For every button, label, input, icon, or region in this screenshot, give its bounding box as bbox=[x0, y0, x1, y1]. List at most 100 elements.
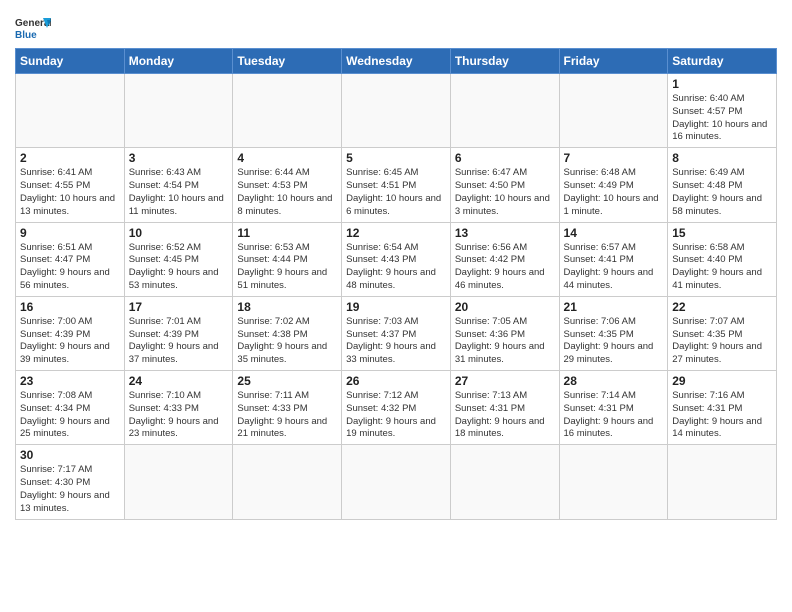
calendar-cell: 3 Sunrise: 6:43 AM Sunset: 4:54 PM Daylig… bbox=[124, 148, 233, 222]
weekday-header-saturday: Saturday bbox=[668, 49, 777, 74]
day-number: 1 bbox=[672, 77, 772, 91]
day-info: Sunrise: 6:41 AM Sunset: 4:55 PM Dayligh… bbox=[20, 167, 120, 218]
calendar-cell: 4 Sunrise: 6:44 AM Sunset: 4:53 PM Daylig… bbox=[233, 148, 342, 222]
calendar-cell bbox=[450, 74, 559, 148]
day-number: 19 bbox=[346, 300, 446, 314]
day-info: Sunrise: 6:58 AM Sunset: 4:40 PM Dayligh… bbox=[672, 242, 772, 293]
weekday-header-tuesday: Tuesday bbox=[233, 49, 342, 74]
day-number: 21 bbox=[564, 300, 664, 314]
calendar-cell: 13Sunrise: 6:56 AM Sunset: 4:42 PM Dayli… bbox=[450, 222, 559, 296]
calendar-week-row: 16 Sunrise: 7:00 AM Sunset: 4:39 PM Dayli… bbox=[16, 296, 777, 370]
calendar-cell: 7Sunrise: 6:48 AM Sunset: 4:49 PM Daylig… bbox=[559, 148, 668, 222]
calendar-cell: 26 Sunrise: 7:12 AM Sunset: 4:32 PM Dayli… bbox=[342, 371, 451, 445]
calendar-cell: 27 Sunrise: 7:13 AM Sunset: 4:31 PM Dayli… bbox=[450, 371, 559, 445]
day-number: 11 bbox=[237, 226, 337, 240]
calendar-cell: 21Sunrise: 7:06 AM Sunset: 4:35 PM Dayli… bbox=[559, 296, 668, 370]
day-number: 9 bbox=[20, 226, 120, 240]
day-number: 22 bbox=[672, 300, 772, 314]
calendar-cell: 14Sunrise: 6:57 AM Sunset: 4:41 PM Dayli… bbox=[559, 222, 668, 296]
day-info: Sunrise: 7:00 AM Sunset: 4:39 PM Dayligh… bbox=[20, 316, 120, 367]
calendar-cell: 10 Sunrise: 6:52 AM Sunset: 4:45 PM Dayli… bbox=[124, 222, 233, 296]
day-number: 23 bbox=[20, 374, 120, 388]
day-info: Sunrise: 6:45 AM Sunset: 4:51 PM Dayligh… bbox=[346, 167, 446, 218]
day-number: 27 bbox=[455, 374, 555, 388]
day-info: Sunrise: 6:47 AM Sunset: 4:50 PM Dayligh… bbox=[455, 167, 555, 218]
day-info: Sunrise: 6:52 AM Sunset: 4:45 PM Dayligh… bbox=[129, 242, 229, 293]
day-number: 15 bbox=[672, 226, 772, 240]
day-number: 16 bbox=[20, 300, 120, 314]
day-info: Sunrise: 6:40 AM Sunset: 4:57 PM Dayligh… bbox=[672, 93, 772, 144]
day-info: Sunrise: 6:51 AM Sunset: 4:47 PM Dayligh… bbox=[20, 242, 120, 293]
day-number: 30 bbox=[20, 448, 120, 462]
day-number: 5 bbox=[346, 151, 446, 165]
day-info: Sunrise: 6:43 AM Sunset: 4:54 PM Dayligh… bbox=[129, 167, 229, 218]
day-info: Sunrise: 6:54 AM Sunset: 4:43 PM Dayligh… bbox=[346, 242, 446, 293]
day-number: 18 bbox=[237, 300, 337, 314]
day-info: Sunrise: 7:17 AM Sunset: 4:30 PM Dayligh… bbox=[20, 464, 120, 515]
calendar-cell: 24 Sunrise: 7:10 AM Sunset: 4:33 PM Dayli… bbox=[124, 371, 233, 445]
calendar-cell: 5 Sunrise: 6:45 AM Sunset: 4:51 PM Daylig… bbox=[342, 148, 451, 222]
calendar-week-row: 23 Sunrise: 7:08 AM Sunset: 4:34 PM Dayli… bbox=[16, 371, 777, 445]
day-info: Sunrise: 6:53 AM Sunset: 4:44 PM Dayligh… bbox=[237, 242, 337, 293]
calendar-cell bbox=[16, 74, 125, 148]
day-number: 20 bbox=[455, 300, 555, 314]
calendar-cell bbox=[559, 74, 668, 148]
day-number: 4 bbox=[237, 151, 337, 165]
weekday-header-monday: Monday bbox=[124, 49, 233, 74]
day-info: Sunrise: 6:56 AM Sunset: 4:42 PM Dayligh… bbox=[455, 242, 555, 293]
day-number: 8 bbox=[672, 151, 772, 165]
calendar-week-row: 30 Sunrise: 7:17 AM Sunset: 4:30 PM Dayli… bbox=[16, 445, 777, 519]
calendar-cell: 22 Sunrise: 7:07 AM Sunset: 4:35 PM Dayli… bbox=[668, 296, 777, 370]
calendar-cell: 17Sunrise: 7:01 AM Sunset: 4:39 PM Dayli… bbox=[124, 296, 233, 370]
calendar-cell: 16 Sunrise: 7:00 AM Sunset: 4:39 PM Dayli… bbox=[16, 296, 125, 370]
svg-text:Blue: Blue bbox=[15, 30, 37, 41]
calendar-cell: 1 Sunrise: 6:40 AM Sunset: 4:57 PM Daylig… bbox=[668, 74, 777, 148]
calendar-cell bbox=[124, 445, 233, 519]
calendar-cell bbox=[342, 445, 451, 519]
calendar-cell bbox=[233, 74, 342, 148]
weekday-header-thursday: Thursday bbox=[450, 49, 559, 74]
day-info: Sunrise: 7:07 AM Sunset: 4:35 PM Dayligh… bbox=[672, 316, 772, 367]
day-info: Sunrise: 7:16 AM Sunset: 4:31 PM Dayligh… bbox=[672, 390, 772, 441]
calendar-cell bbox=[124, 74, 233, 148]
calendar-cell bbox=[668, 445, 777, 519]
calendar-week-row: 2Sunrise: 6:41 AM Sunset: 4:55 PM Daylig… bbox=[16, 148, 777, 222]
calendar-week-row: 1 Sunrise: 6:40 AM Sunset: 4:57 PM Daylig… bbox=[16, 74, 777, 148]
calendar-table: SundayMondayTuesdayWednesdayThursdayFrid… bbox=[15, 48, 777, 520]
calendar-cell: 19 Sunrise: 7:03 AM Sunset: 4:37 PM Dayli… bbox=[342, 296, 451, 370]
day-info: Sunrise: 7:10 AM Sunset: 4:33 PM Dayligh… bbox=[129, 390, 229, 441]
day-number: 6 bbox=[455, 151, 555, 165]
day-info: Sunrise: 7:05 AM Sunset: 4:36 PM Dayligh… bbox=[455, 316, 555, 367]
day-info: Sunrise: 6:44 AM Sunset: 4:53 PM Dayligh… bbox=[237, 167, 337, 218]
calendar-cell: 18Sunrise: 7:02 AM Sunset: 4:38 PM Dayli… bbox=[233, 296, 342, 370]
calendar-cell: 29Sunrise: 7:16 AM Sunset: 4:31 PM Dayli… bbox=[668, 371, 777, 445]
calendar-cell: 25Sunrise: 7:11 AM Sunset: 4:33 PM Dayli… bbox=[233, 371, 342, 445]
weekday-header-sunday: Sunday bbox=[16, 49, 125, 74]
day-number: 3 bbox=[129, 151, 229, 165]
day-number: 14 bbox=[564, 226, 664, 240]
day-number: 10 bbox=[129, 226, 229, 240]
day-number: 24 bbox=[129, 374, 229, 388]
calendar-cell bbox=[559, 445, 668, 519]
day-number: 26 bbox=[346, 374, 446, 388]
day-info: Sunrise: 7:03 AM Sunset: 4:37 PM Dayligh… bbox=[346, 316, 446, 367]
day-number: 12 bbox=[346, 226, 446, 240]
page: General Blue SundayMondayTuesdayWednesda… bbox=[0, 0, 792, 612]
calendar-week-row: 9 Sunrise: 6:51 AM Sunset: 4:47 PM Daylig… bbox=[16, 222, 777, 296]
calendar-cell: 15 Sunrise: 6:58 AM Sunset: 4:40 PM Dayli… bbox=[668, 222, 777, 296]
calendar-cell: 30 Sunrise: 7:17 AM Sunset: 4:30 PM Dayli… bbox=[16, 445, 125, 519]
day-info: Sunrise: 7:12 AM Sunset: 4:32 PM Dayligh… bbox=[346, 390, 446, 441]
calendar-cell: 12 Sunrise: 6:54 AM Sunset: 4:43 PM Dayli… bbox=[342, 222, 451, 296]
calendar-cell: 2Sunrise: 6:41 AM Sunset: 4:55 PM Daylig… bbox=[16, 148, 125, 222]
calendar-cell: 8Sunrise: 6:49 AM Sunset: 4:48 PM Daylig… bbox=[668, 148, 777, 222]
day-info: Sunrise: 7:13 AM Sunset: 4:31 PM Dayligh… bbox=[455, 390, 555, 441]
calendar-cell bbox=[450, 445, 559, 519]
day-info: Sunrise: 7:14 AM Sunset: 4:31 PM Dayligh… bbox=[564, 390, 664, 441]
day-info: Sunrise: 7:08 AM Sunset: 4:34 PM Dayligh… bbox=[20, 390, 120, 441]
header: General Blue bbox=[15, 10, 777, 42]
calendar-cell: 6 Sunrise: 6:47 AM Sunset: 4:50 PM Daylig… bbox=[450, 148, 559, 222]
calendar-cell: 11 Sunrise: 6:53 AM Sunset: 4:44 PM Dayli… bbox=[233, 222, 342, 296]
day-number: 7 bbox=[564, 151, 664, 165]
day-number: 17 bbox=[129, 300, 229, 314]
day-number: 25 bbox=[237, 374, 337, 388]
